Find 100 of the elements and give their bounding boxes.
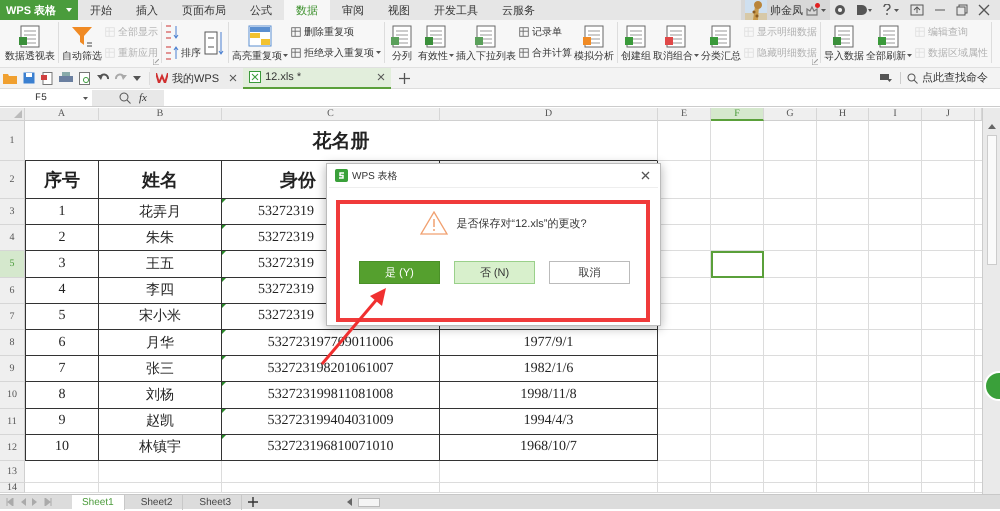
empty-cell[interactable] <box>711 356 764 382</box>
next-sheet-icon[interactable] <box>32 498 38 506</box>
empty-cell[interactable] <box>869 482 922 493</box>
empty-cell[interactable] <box>869 408 922 435</box>
empty-cell[interactable] <box>764 434 817 461</box>
empty-cell[interactable] <box>922 382 975 408</box>
row-header[interactable]: 14 <box>0 482 25 493</box>
close-icon[interactable] <box>229 74 238 82</box>
row-header[interactable]: 9 <box>0 356 25 382</box>
empty-cell[interactable] <box>817 121 869 161</box>
previous-sheet-icon[interactable] <box>20 498 26 506</box>
empty-cell[interactable] <box>711 434 764 461</box>
column-header[interactable]: J <box>922 108 975 121</box>
ribbon-button[interactable]: 全部刷新 <box>866 22 912 62</box>
sort-box-icon[interactable] <box>203 30 225 56</box>
empty-cell[interactable] <box>869 199 922 226</box>
column-header[interactable]: B <box>99 108 222 121</box>
empty-cell[interactable] <box>922 460 975 483</box>
empty-cell[interactable] <box>222 460 440 483</box>
empty-cell[interactable] <box>658 330 711 356</box>
sort-ascending-icon[interactable] <box>165 24 179 40</box>
empty-cell[interactable] <box>817 460 869 483</box>
skin-icon[interactable] <box>834 4 846 16</box>
menu-tab[interactable]: 插入 <box>124 0 170 20</box>
empty-cell[interactable] <box>817 251 869 278</box>
empty-cell[interactable] <box>711 408 764 435</box>
sheet-tab[interactable]: Sheet3 <box>189 494 242 510</box>
save-icon[interactable] <box>23 72 35 84</box>
close-icon[interactable] <box>978 4 990 16</box>
ribbon-button[interactable]: 取消组合 <box>653 22 699 62</box>
empty-cell[interactable] <box>922 408 975 435</box>
empty-cell[interactable] <box>817 482 869 493</box>
ribbon-button[interactable]: 删除重复项 <box>290 23 381 42</box>
column-header[interactable]: A <box>25 108 99 121</box>
restore-up-icon[interactable] <box>910 4 924 16</box>
empty-cell[interactable] <box>922 251 975 278</box>
empty-cell[interactable] <box>869 382 922 408</box>
empty-cell[interactable] <box>869 356 922 382</box>
row-header[interactable]: 8 <box>0 330 25 356</box>
horizontal-scroll-thumb[interactable] <box>358 498 380 506</box>
empty-cell[interactable] <box>817 304 869 330</box>
scroll-left-icon[interactable] <box>347 498 352 506</box>
column-header[interactable]: C <box>222 108 440 121</box>
empty-cell[interactable] <box>922 356 975 382</box>
empty-cell[interactable] <box>869 434 922 461</box>
ribbon-button[interactable]: 排序 <box>165 44 201 62</box>
ribbon-button[interactable]: 记录单 <box>518 23 572 42</box>
empty-cell[interactable] <box>817 382 869 408</box>
empty-cell[interactable] <box>99 460 222 483</box>
row-header[interactable]: 12 <box>0 434 25 461</box>
menu-tab[interactable]: 云服务 <box>490 0 547 20</box>
menu-tab[interactable]: 开发工具 <box>422 0 490 20</box>
ribbon-button[interactable]: 创建组 <box>621 22 651 62</box>
ribbon-button[interactable]: 分列 <box>388 22 416 62</box>
ribbon-button[interactable]: 数据透视表 <box>5 22 55 62</box>
ribbon-button[interactable]: 合并计算 <box>518 44 572 62</box>
column-header[interactable]: I <box>869 108 922 121</box>
row-header[interactable]: 1 <box>0 121 25 161</box>
close-icon[interactable] <box>377 73 386 81</box>
select-all-button[interactable] <box>0 108 25 121</box>
empty-cell[interactable] <box>658 482 711 493</box>
ribbon-button[interactable]: 模拟分析 <box>574 22 614 62</box>
command-search-field[interactable]: 点此查找命令 <box>900 72 994 84</box>
empty-cell[interactable] <box>922 121 975 161</box>
empty-cell[interactable] <box>222 482 440 493</box>
ribbon-button[interactable]: 导入数据 <box>824 22 864 62</box>
empty-cell[interactable] <box>922 199 975 226</box>
empty-cell[interactable] <box>869 278 922 304</box>
scroll-thumb[interactable] <box>986 135 996 265</box>
empty-cell[interactable] <box>711 278 764 304</box>
empty-cell[interactable] <box>440 460 658 483</box>
menu-tab[interactable]: 公式 <box>238 0 284 20</box>
maximize-icon[interactable] <box>956 4 968 16</box>
empty-cell[interactable] <box>658 382 711 408</box>
empty-cell[interactable] <box>869 460 922 483</box>
pdf-icon[interactable] <box>41 72 53 84</box>
empty-cell[interactable] <box>764 408 817 435</box>
sort-descending-icon[interactable] <box>165 44 179 61</box>
empty-cell[interactable] <box>711 121 764 161</box>
row-header[interactable]: 13 <box>0 460 25 483</box>
empty-cell[interactable] <box>922 278 975 304</box>
row-header[interactable]: 3 <box>0 199 25 226</box>
ribbon-button[interactable]: 有效性 <box>418 22 454 62</box>
last-sheet-icon[interactable] <box>44 498 52 506</box>
empty-cell[interactable] <box>764 121 817 161</box>
empty-cell[interactable] <box>922 434 975 461</box>
print-icon[interactable] <box>59 72 73 84</box>
ribbon-button[interactable]: 插入下拉列表 <box>456 22 516 62</box>
empty-cell[interactable] <box>658 356 711 382</box>
menu-tab[interactable]: 页面布局 <box>170 0 238 20</box>
empty-cell[interactable] <box>817 356 869 382</box>
empty-cell[interactable] <box>764 278 817 304</box>
empty-cell[interactable] <box>711 199 764 226</box>
row-header[interactable]: 10 <box>0 382 25 408</box>
empty-cell[interactable] <box>764 330 817 356</box>
function-button[interactable]: fx <box>139 92 147 104</box>
empty-cell[interactable] <box>711 304 764 330</box>
ribbon-button[interactable]: 自动筛选 <box>62 22 102 62</box>
ribbon-toggle-icon[interactable] <box>880 73 892 83</box>
row-header[interactable]: 4 <box>0 225 25 252</box>
